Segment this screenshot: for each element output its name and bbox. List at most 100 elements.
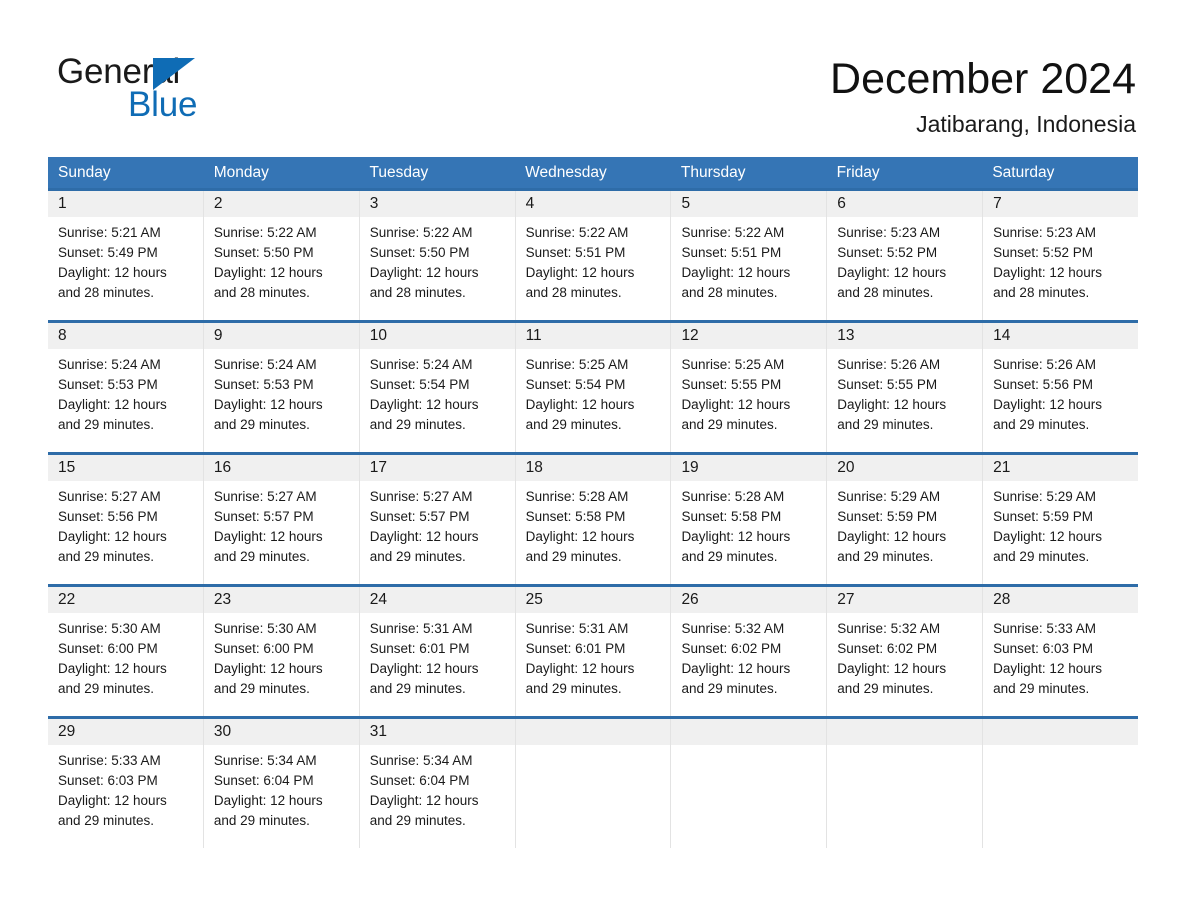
daylight-text-line2: and 29 minutes. (213, 549, 310, 564)
sunset-text: Sunset: 5:59 PM (837, 509, 938, 524)
daylight-text-line1: Daylight: 12 hours (993, 265, 1102, 280)
daylight-text-line2: and 28 minutes. (369, 285, 466, 300)
daylight-text-line1: Daylight: 12 hours (58, 793, 167, 808)
day-details: Sunrise: 5:24 AM Sunset: 5:53 PM Dayligh… (48, 349, 203, 435)
day-cell[interactable]: 6 Sunrise: 5:23 AM Sunset: 5:52 PM Dayli… (826, 191, 983, 320)
sunrise-text: Sunrise: 5:32 AM (681, 621, 785, 636)
daylight-text-line1: Daylight: 12 hours (993, 661, 1102, 676)
sunrise-text: Sunrise: 5:27 AM (58, 489, 161, 504)
daylight-text-line2: and 29 minutes. (837, 549, 934, 564)
day-cell[interactable]: 9 Sunrise: 5:24 AM Sunset: 5:53 PM Dayli… (202, 323, 359, 452)
day-number: 22 (48, 587, 203, 613)
daylight-text-line2: and 28 minutes. (681, 285, 778, 300)
page-title: December 2024 (830, 55, 1136, 103)
day-number: 31 (359, 719, 515, 745)
day-cell[interactable]: 1 Sunrise: 5:21 AM Sunset: 5:49 PM Dayli… (48, 191, 203, 320)
sunset-text: Sunset: 6:00 PM (213, 641, 314, 656)
day-number: 2 (203, 191, 359, 217)
day-cell[interactable]: 25 Sunrise: 5:31 AM Sunset: 6:01 PM Dayl… (514, 587, 671, 716)
day-cell[interactable]: 30 Sunrise: 5:34 AM Sunset: 6:04 PM Dayl… (202, 719, 359, 848)
sunset-text: Sunset: 6:00 PM (58, 641, 158, 656)
sunset-text: Sunset: 6:01 PM (525, 641, 626, 656)
day-number: 4 (515, 191, 671, 217)
day-cell[interactable]: 15 Sunrise: 5:27 AM Sunset: 5:56 PM Dayl… (48, 455, 203, 584)
daylight-text-line1: Daylight: 12 hours (681, 529, 791, 544)
day-cell[interactable]: 13 Sunrise: 5:26 AM Sunset: 5:55 PM Dayl… (826, 323, 983, 452)
day-number: 19 (671, 455, 827, 481)
page-header: General Blue December 2024 Jatibarang, I… (0, 0, 1188, 145)
day-cell[interactable]: 12 Sunrise: 5:25 AM Sunset: 5:55 PM Dayl… (670, 323, 827, 452)
day-details: Sunrise: 5:30 AM Sunset: 6:00 PM Dayligh… (204, 613, 359, 699)
weekday-header-monday: Monday (213, 164, 269, 181)
day-cell[interactable]: 19 Sunrise: 5:28 AM Sunset: 5:58 PM Dayl… (670, 455, 827, 584)
sunset-text: Sunset: 5:53 PM (58, 377, 158, 392)
day-details: Sunrise: 5:29 AM Sunset: 5:59 PM Dayligh… (827, 481, 982, 567)
day-cell[interactable]: 5 Sunrise: 5:22 AM Sunset: 5:51 PM Dayli… (670, 191, 827, 320)
daylight-text-line1: Daylight: 12 hours (58, 397, 167, 412)
day-cell[interactable]: 11 Sunrise: 5:25 AM Sunset: 5:54 PM Dayl… (514, 323, 671, 452)
daylight-text-line2: and 29 minutes. (681, 549, 778, 564)
day-cell[interactable]: 14 Sunrise: 5:26 AM Sunset: 5:56 PM Dayl… (982, 323, 1139, 452)
day-cell[interactable]: 18 Sunrise: 5:28 AM Sunset: 5:58 PM Dayl… (514, 455, 671, 584)
day-cell[interactable]: 20 Sunrise: 5:29 AM Sunset: 5:59 PM Dayl… (826, 455, 983, 584)
daylight-text-line2: and 28 minutes. (213, 285, 310, 300)
week-row: 15 Sunrise: 5:27 AM Sunset: 5:56 PM Dayl… (48, 452, 1139, 584)
daylight-text-line1: Daylight: 12 hours (681, 265, 791, 280)
day-cell[interactable]: 29 Sunrise: 5:33 AM Sunset: 6:03 PM Dayl… (48, 719, 203, 848)
day-details: Sunrise: 5:32 AM Sunset: 6:02 PM Dayligh… (827, 613, 982, 699)
daylight-text-line2: and 29 minutes. (369, 417, 466, 432)
daylight-text-line1: Daylight: 12 hours (213, 397, 323, 412)
general-blue-logo[interactable]: General Blue (57, 52, 317, 128)
sunset-text: Sunset: 6:03 PM (993, 641, 1093, 656)
daylight-text-line1: Daylight: 12 hours (213, 793, 323, 808)
day-cell[interactable]: 8 Sunrise: 5:24 AM Sunset: 5:53 PM Dayli… (48, 323, 203, 452)
day-number: 25 (515, 587, 671, 613)
day-cell[interactable]: 31 Sunrise: 5:34 AM Sunset: 6:04 PM Dayl… (358, 719, 515, 848)
daylight-text-line1: Daylight: 12 hours (369, 793, 479, 808)
week-row: 8 Sunrise: 5:24 AM Sunset: 5:53 PM Dayli… (48, 320, 1139, 452)
day-cell[interactable]: 2 Sunrise: 5:22 AM Sunset: 5:50 PM Dayli… (202, 191, 359, 320)
day-details: Sunrise: 5:33 AM Sunset: 6:03 PM Dayligh… (48, 745, 203, 831)
day-number: 9 (203, 323, 359, 349)
day-details: Sunrise: 5:27 AM Sunset: 5:56 PM Dayligh… (48, 481, 203, 567)
day-cell[interactable]: 22 Sunrise: 5:30 AM Sunset: 6:00 PM Dayl… (48, 587, 203, 716)
day-number: 5 (671, 191, 827, 217)
day-number (827, 719, 983, 745)
day-cell[interactable]: 26 Sunrise: 5:32 AM Sunset: 6:02 PM Dayl… (670, 587, 827, 716)
sunset-text: Sunset: 6:04 PM (369, 773, 470, 788)
week-row: 22 Sunrise: 5:30 AM Sunset: 6:00 PM Dayl… (48, 584, 1139, 716)
day-number: 26 (671, 587, 827, 613)
daylight-text-line1: Daylight: 12 hours (837, 529, 947, 544)
day-cell[interactable]: 21 Sunrise: 5:29 AM Sunset: 5:59 PM Dayl… (982, 455, 1139, 584)
day-cell[interactable]: 3 Sunrise: 5:22 AM Sunset: 5:50 PM Dayli… (358, 191, 515, 320)
day-cell[interactable]: 28 Sunrise: 5:33 AM Sunset: 6:03 PM Dayl… (982, 587, 1139, 716)
day-cell[interactable]: 10 Sunrise: 5:24 AM Sunset: 5:54 PM Dayl… (358, 323, 515, 452)
sunrise-text: Sunrise: 5:28 AM (681, 489, 785, 504)
day-number: 16 (203, 455, 359, 481)
sunrise-text: Sunrise: 5:28 AM (525, 489, 629, 504)
day-number: 3 (359, 191, 515, 217)
daylight-text-line2: and 28 minutes. (993, 285, 1090, 300)
sunrise-text: Sunrise: 5:32 AM (837, 621, 941, 636)
day-details: Sunrise: 5:21 AM Sunset: 5:49 PM Dayligh… (48, 217, 203, 303)
day-number: 14 (983, 323, 1139, 349)
day-cell[interactable]: 23 Sunrise: 5:30 AM Sunset: 6:00 PM Dayl… (202, 587, 359, 716)
day-cell[interactable]: 4 Sunrise: 5:22 AM Sunset: 5:51 PM Dayli… (514, 191, 671, 320)
daylight-text-line2: and 28 minutes. (837, 285, 934, 300)
day-cell[interactable]: 24 Sunrise: 5:31 AM Sunset: 6:01 PM Dayl… (358, 587, 515, 716)
weekday-header-tuesday: Tuesday (369, 164, 429, 181)
day-cell[interactable]: 16 Sunrise: 5:27 AM Sunset: 5:57 PM Dayl… (202, 455, 359, 584)
day-cell[interactable]: 27 Sunrise: 5:32 AM Sunset: 6:02 PM Dayl… (826, 587, 983, 716)
daylight-text-line1: Daylight: 12 hours (837, 397, 947, 412)
daylight-text-line1: Daylight: 12 hours (525, 529, 635, 544)
day-cell[interactable]: 7 Sunrise: 5:23 AM Sunset: 5:52 PM Dayli… (982, 191, 1139, 320)
day-number: 10 (359, 323, 515, 349)
day-number (983, 719, 1139, 745)
daylight-text-line1: Daylight: 12 hours (58, 529, 167, 544)
sunrise-text: Sunrise: 5:23 AM (837, 225, 941, 240)
day-cell[interactable]: 17 Sunrise: 5:27 AM Sunset: 5:57 PM Dayl… (358, 455, 515, 584)
day-number: 20 (827, 455, 983, 481)
sunset-text: Sunset: 5:54 PM (369, 377, 470, 392)
day-details: Sunrise: 5:26 AM Sunset: 5:55 PM Dayligh… (827, 349, 982, 435)
day-number: 23 (203, 587, 359, 613)
